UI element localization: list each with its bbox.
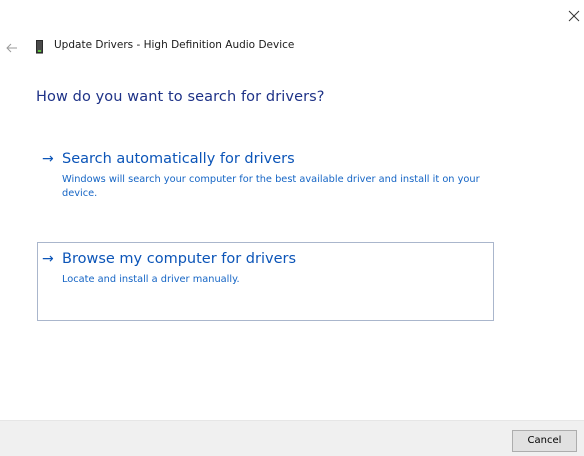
browse-computer-option[interactable]: → Browse my computer for drivers Locate … xyxy=(37,242,494,321)
dialog-footer: Cancel xyxy=(0,420,584,456)
window-title: Update Drivers - High Definition Audio D… xyxy=(54,39,295,51)
close-button[interactable] xyxy=(566,8,582,24)
close-icon xyxy=(568,10,580,22)
arrow-right-icon: → xyxy=(42,251,54,267)
update-drivers-dialog: Update Drivers - High Definition Audio D… xyxy=(0,0,584,456)
back-button[interactable] xyxy=(5,40,19,54)
cancel-button[interactable]: Cancel xyxy=(512,430,577,452)
option-description: Windows will search your computer for th… xyxy=(62,174,480,199)
back-arrow-icon xyxy=(6,43,17,53)
option-description: Locate and install a driver manually. xyxy=(62,274,240,285)
option-title: Search automatically for drivers xyxy=(62,151,295,167)
page-heading: How do you want to search for drivers? xyxy=(36,89,325,105)
audio-device-icon xyxy=(34,39,46,55)
arrow-right-icon: → xyxy=(42,151,54,167)
title-bar: Update Drivers - High Definition Audio D… xyxy=(0,36,560,58)
search-automatically-option[interactable]: → Search automatically for drivers Windo… xyxy=(37,142,494,210)
option-title: Browse my computer for drivers xyxy=(62,251,297,267)
